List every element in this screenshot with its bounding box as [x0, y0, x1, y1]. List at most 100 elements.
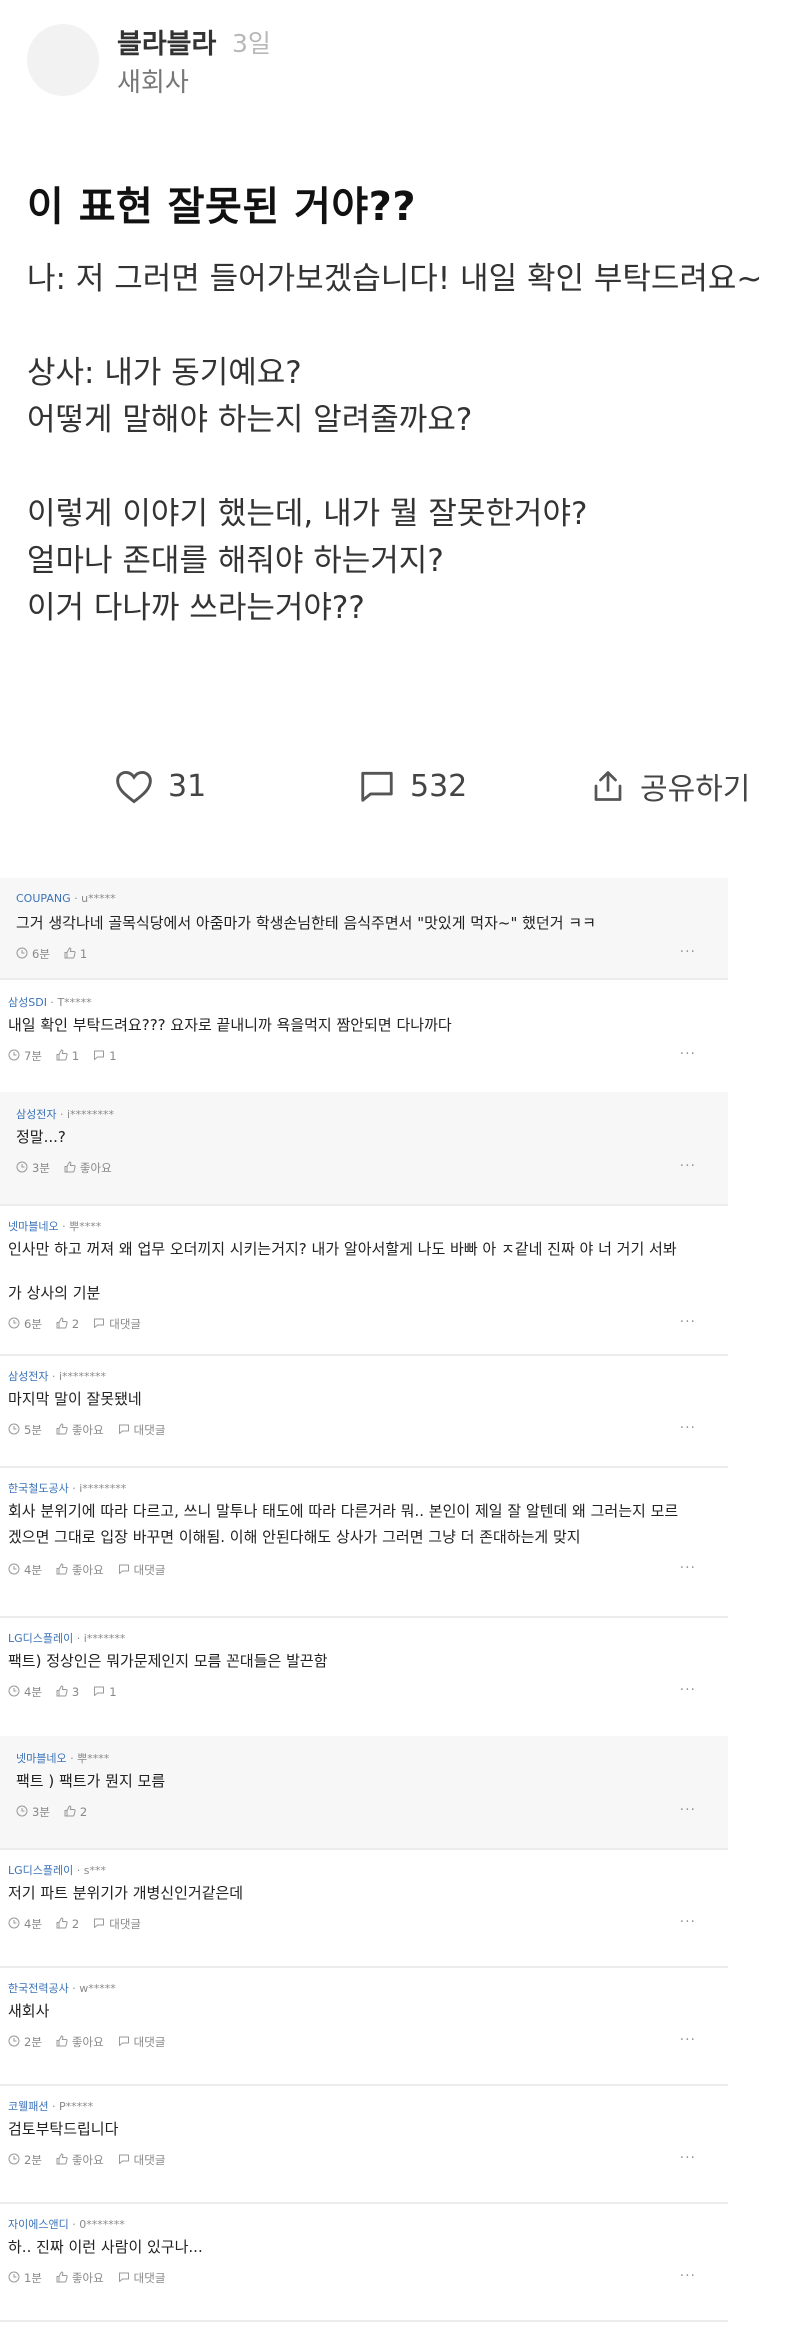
comment-like-button[interactable]: 3	[56, 1684, 79, 1700]
comment-nick: 0*******	[79, 2218, 125, 2231]
comment-item: 코웰패션 · P***** 검토부탁드립니다 2분 좋아요 대댓글 ···	[0, 2084, 728, 2204]
comment-nick: u*****	[81, 892, 116, 905]
body-line: 이거 다나까 쓰라는거야??	[27, 590, 365, 626]
comment-reply-button[interactable]: 대댓글	[93, 1316, 141, 1332]
comment-author[interactable]: 자이에스앤디 · 0*******	[8, 2216, 125, 2232]
comment-author[interactable]: 코웰패션 · P*****	[8, 2098, 93, 2114]
comment-author[interactable]: 넷마블네오 · 뿌****	[8, 1218, 101, 1234]
nick-separator: ·	[68, 1482, 80, 1495]
comment-time: 6분	[8, 1316, 42, 1332]
more-options-button[interactable]: ···	[680, 2268, 696, 2284]
comment-company[interactable]: COUPANG	[16, 892, 71, 905]
avatar[interactable]	[27, 24, 99, 96]
comment-author[interactable]: 삼성전자 · i********	[8, 1368, 106, 1384]
comment-reply-count: 대댓글	[109, 1917, 141, 1931]
comment-reply-button[interactable]: 대댓글	[118, 2034, 165, 2050]
nick-separator: ·	[68, 1982, 80, 1995]
post-company[interactable]: 새회사	[117, 62, 189, 99]
comment-author[interactable]: 삼성SDI · T*****	[8, 994, 92, 1010]
comment-text: 인사만 하고 꺼져 왜 업무 오더끼지 시키는거지? 내가 알아서할게 나도 바…	[8, 1240, 677, 1258]
comment-item: 삼성전자 · i******** 마지막 말이 잘못됐네 5분 좋아요 대댓글 ···	[0, 1354, 728, 1468]
post-body: 나: 저 그러면 들어가보겠습니다! 내일 확인 부탁드려요~ 상사: 내가 동기…	[27, 256, 807, 632]
post: 블라블라 3일 새회사 이 표현 잘못된 거야?? 나: 저 그러면 들어가보겠…	[0, 0, 810, 870]
post-time: 3일	[232, 29, 271, 58]
comment-meta: 4분 2 대댓글	[8, 1916, 155, 1932]
comment-company[interactable]: 넷마블네오	[16, 1752, 67, 1765]
comment-author[interactable]: 삼성전자 · i********	[16, 1106, 114, 1122]
comment-company[interactable]: 한국전력공사	[8, 1982, 69, 1995]
more-options-button[interactable]: ···	[680, 1914, 696, 1930]
comment-reply-button[interactable]: 대댓글	[118, 1422, 165, 1438]
comment-company[interactable]: 넷마블네오	[8, 1220, 59, 1233]
comment-like-button[interactable]: 2	[64, 1804, 87, 1820]
comment-company[interactable]: 코웰패션	[8, 2100, 48, 2113]
comment-reply-button[interactable]: 대댓글	[118, 1562, 165, 1578]
post-author[interactable]: 블라블라	[117, 22, 216, 61]
comment-company[interactable]: 삼성전자	[16, 1108, 56, 1121]
comment-text: 마지막 말이 잘못됐네	[8, 1390, 142, 1408]
post-title: 이 표현 잘못된 거야??	[27, 184, 417, 230]
comment-author[interactable]: 한국철도공사 · i********	[8, 1480, 126, 1496]
comment-author[interactable]: LG디스플레이 · s***	[8, 1862, 106, 1878]
share-button[interactable]: 공유하기	[590, 752, 750, 820]
more-options-button[interactable]: ···	[680, 2032, 696, 2048]
more-options-button[interactable]: ···	[680, 1046, 696, 1062]
more-options-button[interactable]: ···	[680, 1158, 696, 1174]
reply-bubble-icon	[118, 1423, 134, 1438]
comment-like-button[interactable]: 좋아요	[56, 2152, 104, 2168]
comment-company[interactable]: 삼성전자	[8, 1370, 48, 1383]
nick-separator: ·	[73, 1632, 84, 1645]
comment-time: 1분	[8, 2270, 42, 2286]
comment-company[interactable]: 한국철도공사	[8, 1482, 69, 1495]
more-options-button[interactable]: ···	[680, 1560, 696, 1576]
comment-text: 회사 분위기에 따라 다르고, 쓰니 말투나 태도에 따라 다른거라 뭐.. 본…	[8, 1502, 679, 1520]
clock-icon	[8, 1049, 24, 1064]
comment-author[interactable]: 넷마블네오 · 뿌****	[16, 1750, 109, 1766]
more-options-button[interactable]: ···	[680, 944, 696, 960]
comment-reply-button[interactable]: 1	[93, 1049, 117, 1064]
more-options-button[interactable]: ···	[680, 1682, 696, 1698]
comment-like-button[interactable]: 좋아요	[56, 1422, 104, 1438]
comment-company[interactable]: LG디스플레이	[8, 1864, 73, 1877]
more-options-button[interactable]: ···	[680, 2150, 696, 2166]
like-button[interactable]: 31	[114, 752, 206, 820]
more-options-button[interactable]: ···	[680, 1802, 696, 1818]
comment-company[interactable]: 자이에스앤디	[8, 2218, 69, 2231]
comment-count: 532	[410, 768, 468, 804]
comment-author[interactable]: 한국전력공사 · w*****	[8, 1980, 116, 1996]
comment-reply-button[interactable]: 대댓글	[93, 1916, 141, 1932]
comment-reply-button[interactable]: 1	[93, 1685, 117, 1700]
comment-like-button[interactable]: 좋아요	[56, 2034, 104, 2050]
comment-meta: 6분 1	[16, 946, 101, 962]
comment-like-button[interactable]: 2	[56, 1916, 79, 1932]
comment-nick: 뿌****	[77, 1752, 110, 1765]
comment-like-button[interactable]: 좋아요	[56, 2270, 104, 2286]
reply-bubble-icon	[118, 2035, 134, 2050]
comment-like-button[interactable]: 1	[64, 946, 87, 962]
comment-company[interactable]: LG디스플레이	[8, 1632, 73, 1645]
comment-time: 4분	[8, 1562, 42, 1578]
comment-meta: 2분 좋아요 대댓글	[8, 2034, 179, 2050]
comment-author[interactable]: LG디스플레이 · i*******	[8, 1630, 125, 1646]
comment-meta: 2분 좋아요 대댓글	[8, 2152, 179, 2168]
comment-item: 자이에스앤디 · 0******* 하.. 진짜 이런 사람이 있구나... 1분 좋…	[0, 2202, 728, 2322]
comment-like-button[interactable]: 좋아요	[56, 1562, 104, 1578]
comment-like-button[interactable]: 1	[56, 1048, 79, 1064]
comment-reply-button[interactable]: 대댓글	[118, 2270, 165, 2286]
comment-author[interactable]: COUPANG · u*****	[16, 892, 116, 905]
nick-separator: ·	[68, 2218, 80, 2231]
comment-company[interactable]: 삼성SDI	[8, 996, 47, 1009]
comment-button[interactable]: 532	[358, 752, 467, 820]
comment-reply-button[interactable]: 대댓글	[118, 2152, 165, 2168]
clock-icon	[16, 947, 32, 962]
comment-like-count: 좋아요	[71, 2153, 104, 2167]
comment-item: 삼성SDI · T***** 내일 확인 부탁드려요??? 요자로 끝내니까 욕을…	[0, 980, 728, 1094]
more-options-button[interactable]: ···	[680, 1314, 696, 1330]
comment-like-button[interactable]: 좋아요	[64, 1160, 112, 1176]
comment-time: 4분	[8, 1916, 42, 1932]
comment-like-button[interactable]: 2	[56, 1316, 79, 1332]
comment-time-text: 4분	[24, 1563, 42, 1577]
comment-time-text: 5분	[24, 1423, 42, 1437]
more-options-button[interactable]: ···	[680, 1420, 696, 1436]
thumbs-up-icon	[64, 1804, 80, 1820]
